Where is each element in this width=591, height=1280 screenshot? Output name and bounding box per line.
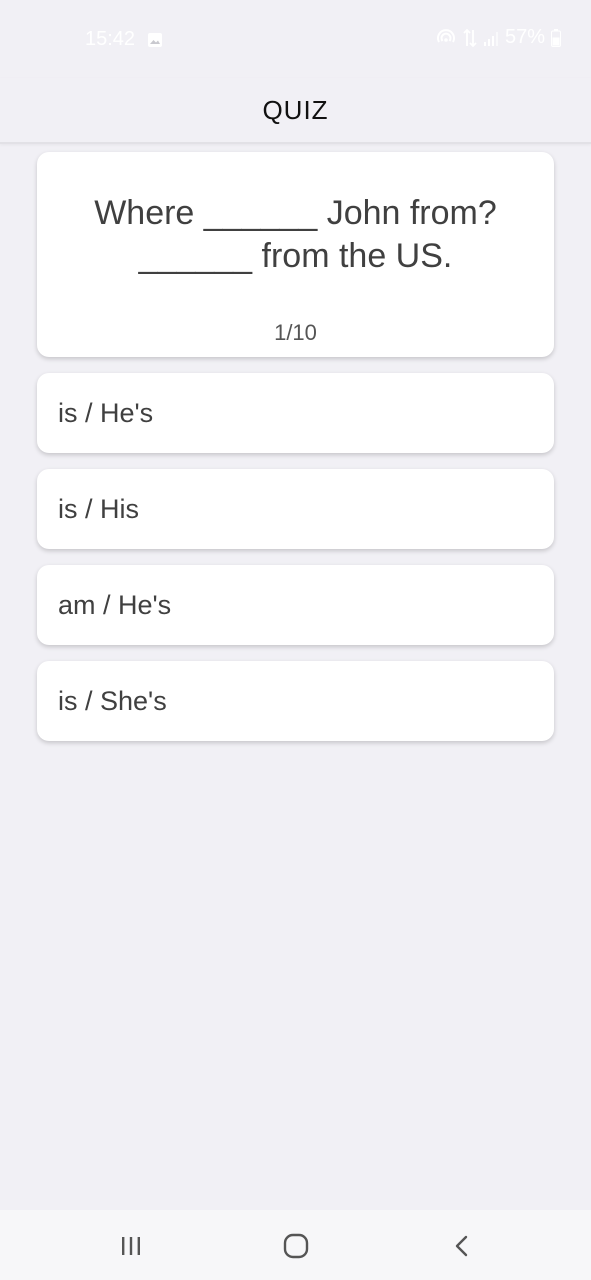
answer-option-3[interactable]: am / He's xyxy=(37,565,554,645)
page-title: QUIZ xyxy=(262,94,329,125)
status-bar: 15:42 57% xyxy=(0,0,591,78)
answer-option-2[interactable]: is / His xyxy=(37,469,554,549)
image-icon xyxy=(147,31,163,47)
question-text: Where ______ John from? ______ from the … xyxy=(94,194,497,275)
app-bar: QUIZ xyxy=(0,78,591,144)
home-icon[interactable] xyxy=(278,1228,314,1264)
data-transfer-icon xyxy=(463,28,477,48)
status-icons: 57% xyxy=(435,26,561,49)
question-counter: 1/10 xyxy=(274,320,317,345)
hotspot-icon xyxy=(435,28,457,48)
answer-option-1[interactable]: is / He's xyxy=(37,373,554,453)
answer-option-4[interactable]: is / She's xyxy=(37,661,554,741)
battery-icon xyxy=(551,28,561,47)
recent-apps-icon[interactable] xyxy=(113,1228,149,1264)
status-time: 15:42 xyxy=(85,28,136,50)
navigation-bar xyxy=(0,1210,591,1280)
signal-icon xyxy=(483,29,499,47)
back-icon[interactable] xyxy=(444,1228,480,1264)
battery-percent: 57% xyxy=(504,26,545,48)
